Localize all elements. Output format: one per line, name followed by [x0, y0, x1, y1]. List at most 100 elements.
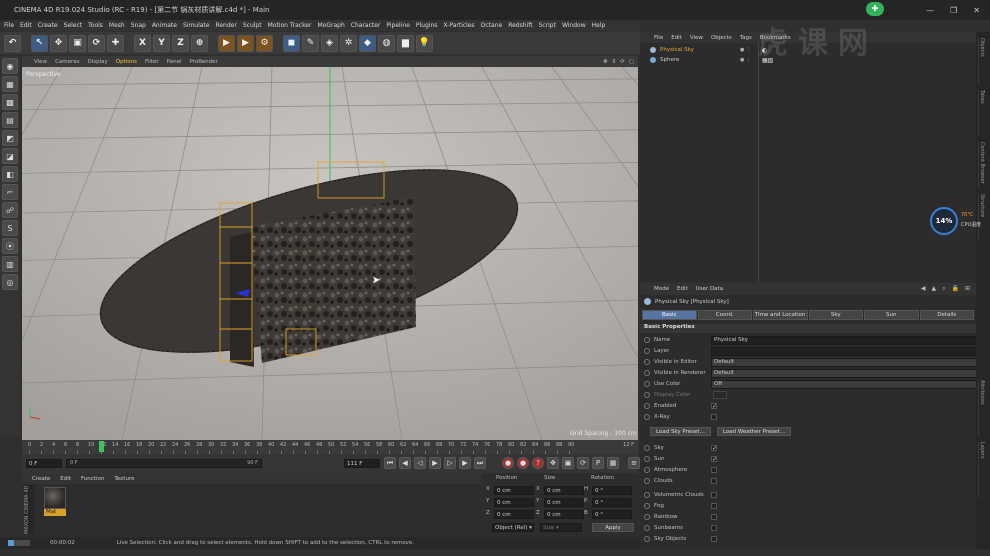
object-menu-tags[interactable]: Tags [740, 35, 752, 41]
array-button[interactable]: ✲ [340, 34, 357, 52]
animate-bullet-icon[interactable] [644, 478, 650, 484]
environment-button[interactable]: ◍ [378, 34, 395, 52]
render-view-button[interactable]: ▶ [218, 34, 235, 52]
x-axis-button[interactable]: X [134, 34, 151, 52]
cube-button[interactable]: ◼ [283, 34, 300, 52]
menu-create[interactable]: Create [38, 22, 58, 29]
animate-bullet-icon[interactable] [644, 370, 650, 376]
menu-snap[interactable]: Snap [131, 22, 146, 29]
timeline-ruler[interactable]: 0246810121416182022242628303234363840424… [22, 440, 638, 454]
menu-script[interactable]: Script [539, 22, 556, 29]
menu-animate[interactable]: Animate [152, 22, 177, 29]
next-frame-icon[interactable]: ▷ [444, 457, 456, 469]
object-name[interactable]: Sphere [660, 57, 679, 63]
attr-value-layer[interactable] [711, 346, 977, 356]
tab-sky[interactable]: Sky [808, 310, 863, 320]
lock-icon[interactable]: 🔒 [951, 285, 958, 293]
coord-pos-z[interactable]: 0 cm [494, 510, 534, 519]
tab-time-and-location[interactable]: Time and Location [753, 310, 808, 320]
menu-mesh[interactable]: Mesh [109, 22, 125, 29]
tab-coord[interactable]: Coord. [697, 310, 752, 320]
record-icon[interactable]: ● [502, 457, 514, 469]
object-menu-file[interactable]: File [654, 35, 663, 41]
deformer-button[interactable]: ◆ [359, 34, 376, 52]
animate-bullet-icon[interactable] [644, 492, 650, 498]
attr-value-visible-in-renderer[interactable]: Default [711, 368, 977, 378]
pen-spline-button[interactable]: ✎ [302, 34, 319, 52]
menu-x-particles[interactable]: X-Particles [443, 22, 474, 29]
scale-tool-button[interactable]: ▣ [69, 34, 86, 52]
recent-tool-button[interactable]: ✚ [107, 34, 124, 52]
viewport[interactable]: Grid Spacing : 100 cm Perspective ➤ [22, 67, 638, 440]
animate-bullet-icon[interactable] [644, 467, 650, 473]
viewport-menu-panel[interactable]: Panel [167, 59, 182, 65]
enabled-checkbox[interactable]: ✓ [711, 403, 717, 410]
coord-rot-y[interactable]: 0 ° [592, 498, 632, 507]
attr-value-visible-in-editor[interactable]: Default [711, 357, 977, 367]
visibility-flags-icon[interactable]: ● ⋮ [740, 57, 751, 63]
attr-value-use-color[interactable]: Off [711, 379, 977, 389]
menu-plugins[interactable]: Plugins [416, 22, 438, 29]
menu-character[interactable]: Character [351, 22, 381, 29]
animate-bullet-icon[interactable] [644, 514, 650, 520]
coord-rot-x[interactable]: 0 ° [592, 486, 632, 495]
play-icon[interactable]: ▶ [429, 457, 441, 469]
animate-bullet-icon[interactable] [644, 337, 650, 343]
z-axis-button[interactable]: Z [172, 34, 189, 52]
animate-bullet-icon[interactable] [644, 525, 650, 531]
coord-size-x[interactable]: 0 cm [544, 486, 584, 495]
x-ray-checkbox[interactable] [711, 414, 717, 420]
undo-button[interactable]: ↶ [4, 34, 21, 52]
maximize-icon[interactable]: ❐ [950, 6, 957, 15]
rotate-view-icon[interactable]: ⟳ [620, 59, 625, 65]
viewport-menu-view[interactable]: View [34, 59, 47, 65]
render-settings-button[interactable]: ⚙ [256, 34, 273, 52]
coordinate-mode-select[interactable]: Object (Rel) ▾ [492, 523, 534, 532]
object-menu-edit[interactable]: Edit [671, 35, 682, 41]
viewport-menu-filter[interactable]: Filter [145, 59, 159, 65]
menu-help[interactable]: Help [592, 22, 606, 29]
animate-bullet-icon[interactable] [644, 445, 650, 451]
sky-checkbox[interactable]: ✓ [711, 445, 717, 452]
toggle-view-icon[interactable]: ▢ [629, 59, 634, 65]
tab-basic[interactable]: Basic [642, 310, 697, 320]
material-menu-edit[interactable]: Edit [60, 476, 71, 482]
goto-end-icon[interactable]: ⏭ [474, 457, 486, 469]
position-key-icon[interactable]: ✥ [547, 457, 559, 469]
texture-mode-icon[interactable]: ▩ [2, 94, 18, 110]
rotation-key-icon[interactable]: ⟳ [577, 457, 589, 469]
atmosphere-checkbox[interactable] [711, 467, 717, 473]
clouds-checkbox[interactable] [711, 478, 717, 484]
menu-pipeline[interactable]: Pipeline [386, 22, 409, 29]
parameter-key-icon[interactable]: P [592, 457, 604, 469]
side-tab-layers[interactable]: Layers [978, 442, 985, 498]
menu-window[interactable]: Window [562, 22, 586, 29]
close-icon[interactable]: ✕ [973, 6, 980, 15]
attribute-menu-edit[interactable]: Edit [677, 286, 688, 292]
coord-pos-y[interactable]: 0 cm [494, 498, 534, 507]
animate-bullet-icon[interactable] [644, 348, 650, 354]
workplane-icon[interactable]: ▤ [2, 112, 18, 128]
scale-key-icon[interactable]: ▣ [562, 457, 574, 469]
tweak-mode-icon[interactable]: ☍ [2, 202, 18, 218]
subdivision-button[interactable]: ◈ [321, 34, 338, 52]
previous-key-icon[interactable]: ◀ [399, 457, 411, 469]
tab-sun[interactable]: Sun [864, 310, 919, 320]
sun-checkbox[interactable]: ✓ [711, 456, 717, 463]
viewport-menu-display[interactable]: Display [88, 59, 108, 65]
viewport-menu-options[interactable]: Options [116, 59, 137, 65]
start-frame-field[interactable]: 0 F [26, 459, 62, 468]
viewport-menu-prorender[interactable]: ProRender [190, 59, 218, 65]
coordinate-system-button[interactable]: ⊕ [191, 34, 208, 52]
solo-mode-icon[interactable]: ◎ [2, 274, 18, 290]
load-weather-preset-button[interactable]: Load Weather Preset... [716, 427, 792, 436]
back-icon[interactable]: ◀ [921, 285, 926, 293]
viewport-menu-cameras[interactable]: Cameras [55, 59, 79, 65]
edges-mode-icon[interactable]: ◪ [2, 148, 18, 164]
load-sky-preset-button[interactable]: Load Sky Preset... [650, 427, 711, 436]
animate-bullet-icon[interactable] [644, 381, 650, 387]
y-axis-button[interactable]: Y [153, 34, 170, 52]
animate-bullet-icon[interactable] [644, 456, 650, 462]
autokey-icon[interactable]: ● [517, 457, 529, 469]
snap-icon[interactable]: S [2, 220, 18, 236]
